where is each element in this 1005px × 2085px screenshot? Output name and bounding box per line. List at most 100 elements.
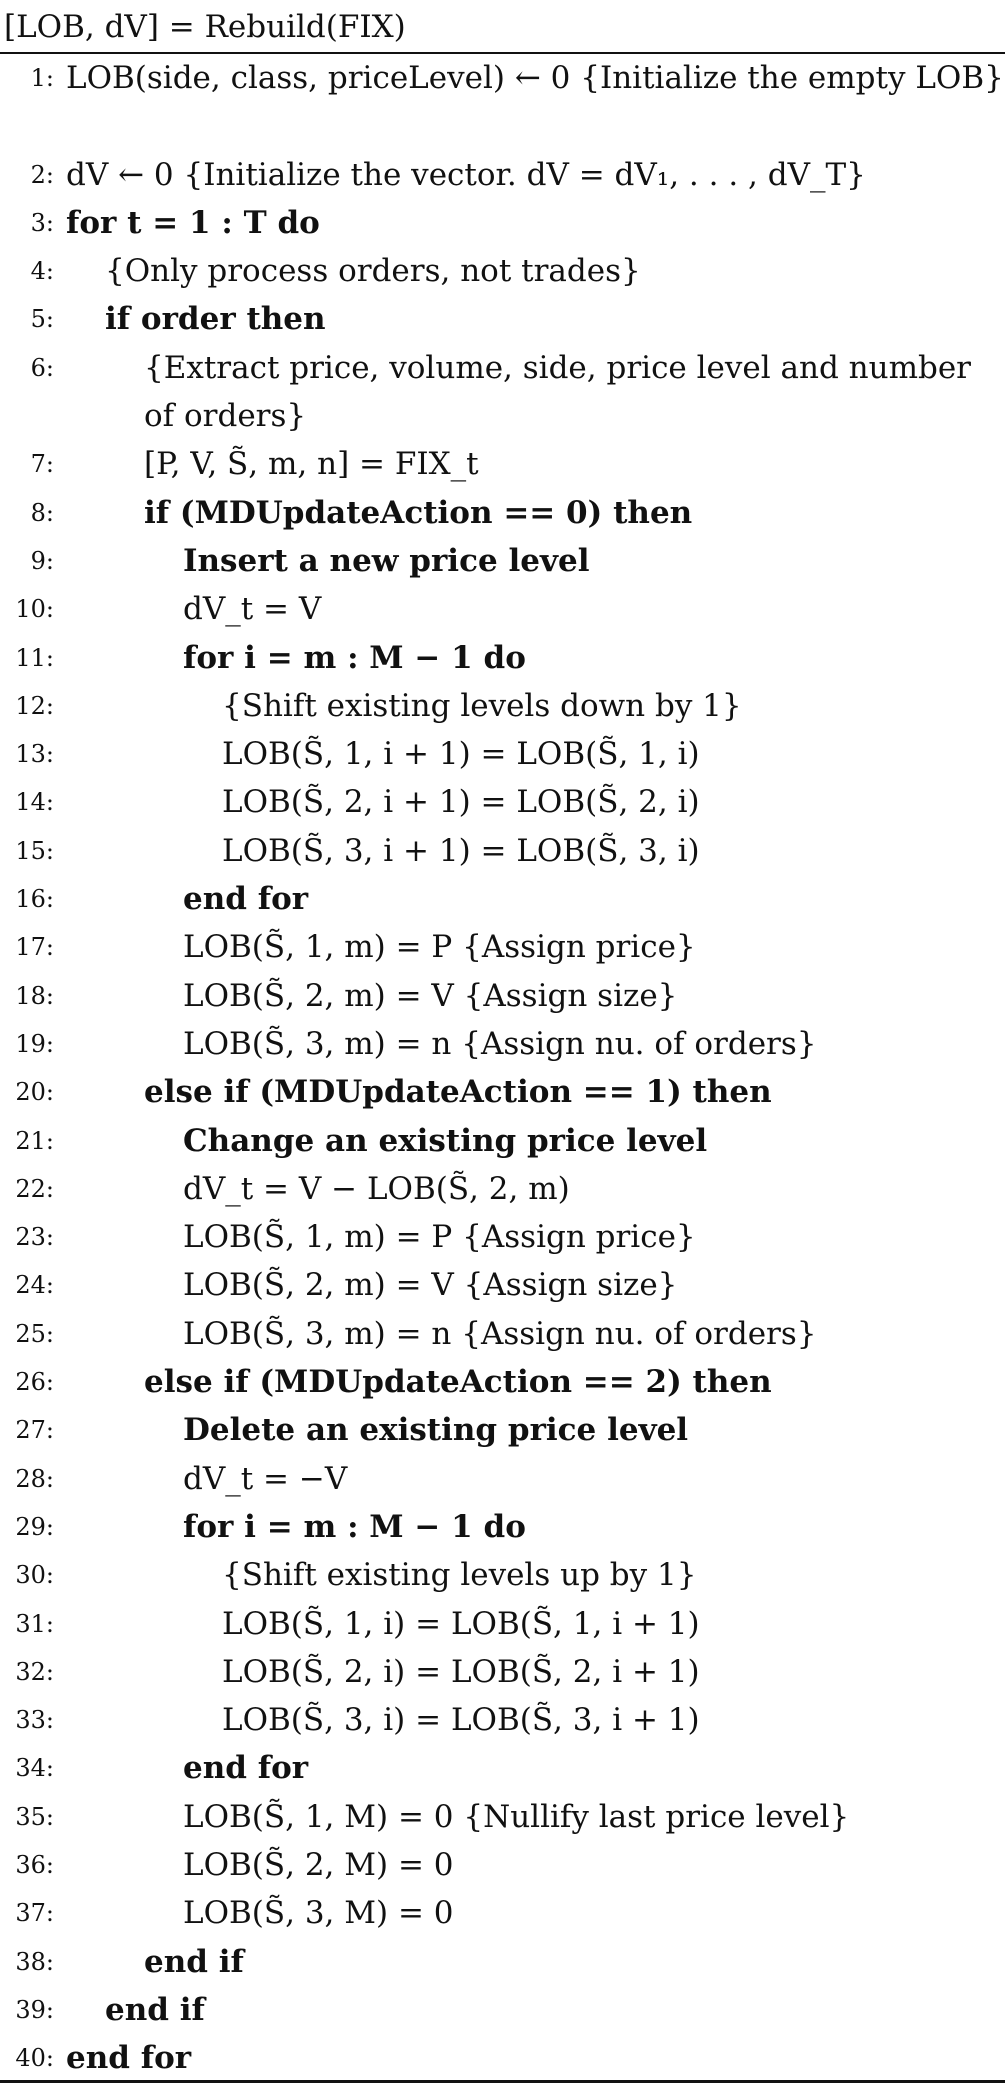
line-number: 39:	[15, 1995, 54, 2024]
algorithm-line: 30: {Shift existing levels up by 1}	[0, 1551, 1005, 1599]
algorithm-line: 7: [P, V, S̃, m, n] = FIX_t	[0, 440, 1005, 488]
algorithm-line: 24: LOB(S̃, 2, m) = V {Assign size}	[0, 1261, 1005, 1309]
algorithm-line: 6: {Extract price, volume, side, price le…	[0, 344, 1005, 441]
algorithm-line: 10: dV_t = V	[0, 585, 1005, 633]
statement-text: LOB(S̃, 1, M) = 0 {Nullify last price le…	[183, 1798, 850, 1835]
line-number: 38:	[15, 1947, 54, 1976]
statement-text: LOB(S̃, 1, i) = LOB(S̃, 1, i + 1)	[222, 1605, 700, 1642]
algorithm-line: 13: LOB(S̃, 1, i + 1) = LOB(S̃, 1, i)	[0, 730, 1005, 778]
statement-text: LOB(S̃, 3, m) = n {Assign nu. of orders}	[183, 1025, 817, 1062]
statement-text: LOB(side, class, priceLevel) ← 0 {Initia…	[66, 60, 1004, 96]
algorithm-line: 26: else if (MDUpdateAction == 2) then	[0, 1358, 1005, 1406]
keyword-statement: end for	[183, 881, 309, 918]
line-number: 15:	[15, 836, 54, 865]
statement-text: dV_t = V	[183, 591, 322, 628]
statement-text: LOB(S̃, 2, m) = V {Assign size}	[183, 977, 678, 1014]
algorithm-line: 36: LOB(S̃, 2, M) = 0	[0, 1841, 1005, 1889]
statement-text: {Only process orders, not trades}	[105, 253, 641, 290]
bottom-rule	[0, 2080, 1005, 2083]
statement-text: dV ← 0 {Initialize the vector. dV = dV₁,…	[66, 156, 866, 193]
keyword-statement: end for	[183, 1750, 309, 1787]
line-number: 34:	[15, 1754, 54, 1783]
line-number: 25:	[15, 1319, 54, 1348]
line-number: 31:	[15, 1609, 54, 1638]
statement-text: {Shift existing levels down by 1}	[222, 687, 742, 724]
line-number: 2:	[30, 160, 54, 189]
line-number: 21:	[15, 1126, 54, 1155]
algorithm-line: 25: LOB(S̃, 3, m) = n {Assign nu. of orde…	[0, 1310, 1005, 1358]
algorithm-line: 29: for i = m : M − 1 do	[0, 1503, 1005, 1551]
keyword-statement: for t = 1 : T do	[66, 204, 320, 241]
keyword-statement: Delete an existing price level	[183, 1412, 689, 1449]
keyword-statement: Change an existing price level	[183, 1122, 708, 1159]
algorithm-line: 38: end if	[0, 1938, 1005, 1986]
line-number: 24:	[15, 1271, 54, 1300]
algorithm-line: 21: Change an existing price level	[0, 1117, 1005, 1165]
algorithm-line: 19: LOB(S̃, 3, m) = n {Assign nu. of orde…	[0, 1020, 1005, 1068]
statement-text: {Extract price, volume, side, price leve…	[144, 349, 971, 435]
algorithm-line: 9: Insert a new price level	[0, 537, 1005, 585]
statement-text: LOB(S̃, 2, i) = LOB(S̃, 2, i + 1)	[222, 1653, 700, 1690]
statement-text: [P, V, S̃, m, n] = FIX_t	[144, 446, 479, 483]
statement-text: LOB(S̃, 2, m) = V {Assign size}	[183, 1267, 678, 1304]
algorithm-line: 23: LOB(S̃, 1, m) = P {Assign price}	[0, 1213, 1005, 1261]
line-number: 10:	[15, 595, 54, 624]
line-number: 18:	[15, 981, 54, 1010]
algorithm-line: 17: LOB(S̃, 1, m) = P {Assign price}	[0, 923, 1005, 971]
statement-text: LOB(S̃, 3, i) = LOB(S̃, 3, i + 1)	[222, 1702, 700, 1739]
line-number: 9:	[30, 546, 54, 575]
algorithm-signature: [LOB, dV] = Rebuild(FIX)	[4, 9, 406, 45]
line-number: 8:	[30, 498, 54, 527]
statement-text: dV_t = −V	[183, 1460, 348, 1497]
line-number: 3:	[30, 208, 54, 237]
line-number: 40:	[15, 2044, 54, 2073]
line-number: 36:	[15, 1850, 54, 1879]
statement-text: LOB(S̃, 3, i + 1) = LOB(S̃, 3, i)	[222, 832, 700, 869]
keyword-statement: for i = m : M − 1 do	[183, 639, 526, 676]
line-number: 1:	[30, 64, 54, 92]
statement-text: LOB(S̃, 2, M) = 0	[183, 1846, 454, 1883]
line-number: 37:	[15, 1899, 54, 1928]
algorithm-line: 20: else if (MDUpdateAction == 1) then	[0, 1068, 1005, 1116]
algorithm-line: 40: end for	[0, 2034, 1005, 2082]
keyword-statement: if order then	[105, 301, 326, 338]
algorithm-line: 34: end for	[0, 1744, 1005, 1792]
statement-text: dV_t = V − LOB(S̃, 2, m)	[183, 1170, 570, 1207]
algorithm-line: 11: for i = m : M − 1 do	[0, 634, 1005, 682]
line-number: 26:	[15, 1368, 54, 1397]
line-number: 20:	[15, 1078, 54, 1107]
algorithm-line: 37: LOB(S̃, 3, M) = 0	[0, 1889, 1005, 1937]
statement-text: LOB(S̃, 2, i + 1) = LOB(S̃, 2, i)	[222, 784, 700, 821]
algorithm-line: 28: dV_t = −V	[0, 1455, 1005, 1503]
line-number: 32:	[15, 1657, 54, 1686]
keyword-statement: if (MDUpdateAction == 0) then	[144, 494, 693, 531]
algorithm-line: 31: LOB(S̃, 1, i) = LOB(S̃, 1, i + 1)	[0, 1600, 1005, 1648]
algorithm-line: 5: if order then	[0, 295, 1005, 343]
line-number: 33:	[15, 1706, 54, 1735]
line-number: 23:	[15, 1223, 54, 1252]
algorithm-line: 14: LOB(S̃, 2, i + 1) = LOB(S̃, 2, i)	[0, 778, 1005, 826]
line-number: 19:	[15, 1029, 54, 1058]
keyword-statement: end for	[66, 2040, 192, 2077]
algorithm-line: 4: {Only process orders, not trades}	[0, 247, 1005, 295]
algorithm-line: 27: Delete an existing price level	[0, 1406, 1005, 1454]
line-number: 22:	[15, 1174, 54, 1203]
line-number: 7:	[30, 450, 54, 479]
keyword-statement: else if (MDUpdateAction == 1) then	[144, 1074, 772, 1111]
keyword-statement: Insert a new price level	[183, 542, 590, 579]
algorithm-line: 39: end if	[0, 1986, 1005, 2034]
algorithm-line: 12: {Shift existing levels down by 1}	[0, 682, 1005, 730]
algorithm-line: 8: if (MDUpdateAction == 0) then	[0, 489, 1005, 537]
line-number: 16:	[15, 885, 54, 914]
statement-text: LOB(S̃, 1, i + 1) = LOB(S̃, 1, i)	[222, 736, 700, 773]
line-number: 13:	[15, 740, 54, 769]
statement-text: LOB(S̃, 3, M) = 0	[183, 1895, 454, 1932]
line-number: 6:	[30, 353, 54, 382]
line-number: 28:	[15, 1464, 54, 1493]
line-number: 17:	[15, 933, 54, 962]
algorithm-line: 15: LOB(S̃, 3, i + 1) = LOB(S̃, 3, i)	[0, 827, 1005, 875]
line-number: 27:	[15, 1416, 54, 1445]
algorithm-lines: 1: LOB(side, class, priceLevel) ← 0 {Init…	[0, 54, 1005, 2082]
line-number: 5:	[30, 305, 54, 334]
keyword-statement: for i = m : M − 1 do	[183, 1508, 526, 1545]
